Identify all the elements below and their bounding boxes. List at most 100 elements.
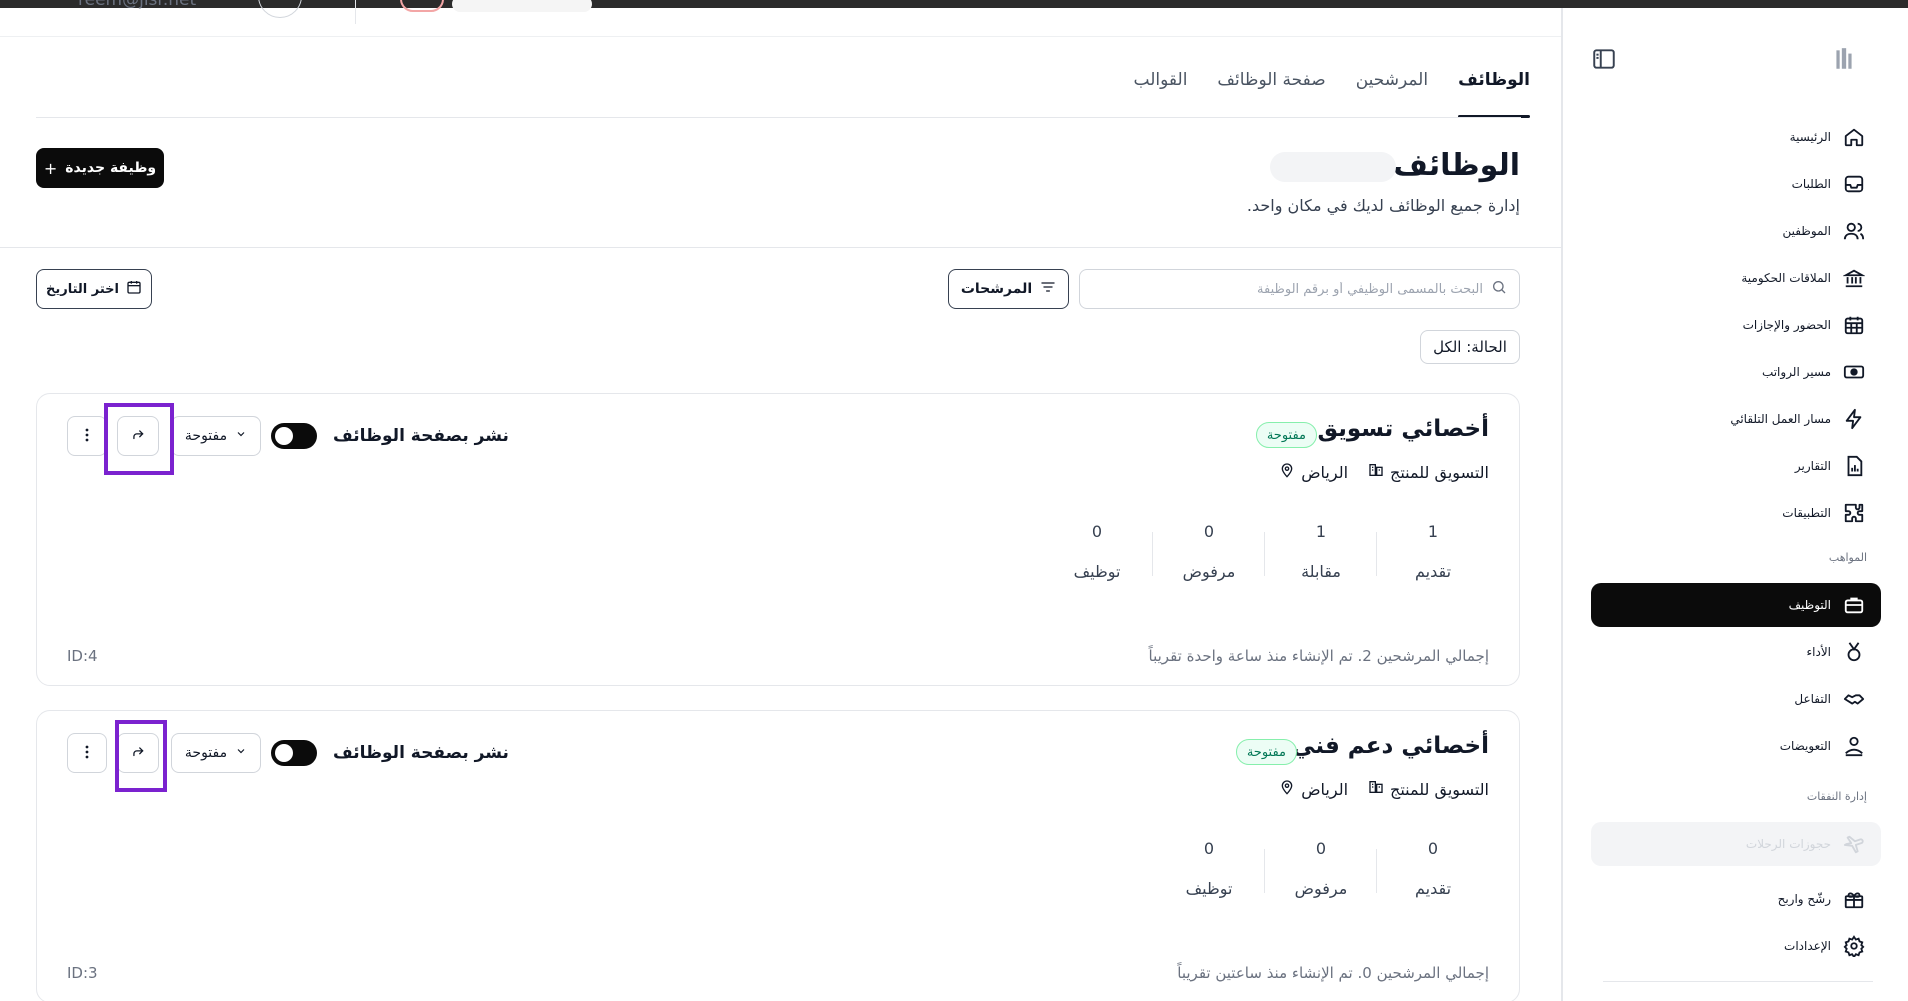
job-stats: 1 تقديم 1 مقابلة 0 مرفوض 0 توظيف — [1041, 522, 1489, 581]
job-department: التسويق للمنتج — [1368, 462, 1489, 482]
stat-value: 0 — [1427, 839, 1439, 858]
home-icon — [1841, 124, 1867, 150]
sidebar-item-label: رشّح واربح — [1777, 892, 1831, 906]
share-icon — [131, 744, 145, 763]
section-divider — [0, 247, 1561, 248]
publish-toggle[interactable] — [271, 740, 317, 766]
sidebar-item-government[interactable]: الملاقات الحكومية — [1591, 256, 1881, 300]
handshake-icon — [1841, 686, 1867, 712]
tab-careers-page[interactable]: صفحة الوظائف — [1217, 62, 1325, 118]
government-building-icon — [1841, 265, 1867, 291]
user-strip: reem@jisr.net — [60, 0, 760, 28]
stat-label: تقديم — [1414, 879, 1452, 898]
notification-pill[interactable] — [400, 0, 444, 12]
job-status-dropdown[interactable]: مفتوحة — [171, 733, 261, 773]
sidebar-item-referral[interactable]: رشّح واربح — [1591, 877, 1881, 921]
stat-rejected[interactable]: 0 مرفوض — [1153, 522, 1265, 581]
sidebar-item-label: الرئيسية — [1789, 130, 1831, 144]
sidebar-toggle-icon[interactable] — [1591, 46, 1617, 72]
stat-interview[interactable]: 1 مقابلة — [1265, 522, 1377, 581]
filters-label: المرشحات — [960, 281, 1033, 297]
cash-icon — [1841, 359, 1867, 385]
sidebar-item-label: الحضور والإجازات — [1742, 318, 1831, 332]
stat-value: 0 — [1203, 522, 1215, 541]
job-title[interactable]: أخصائي تسويق — [1317, 416, 1489, 442]
search-input[interactable] — [1092, 281, 1483, 297]
building-icon — [1368, 779, 1384, 799]
header-divider — [0, 36, 1561, 37]
publish-toggle[interactable] — [271, 423, 317, 449]
sidebar-item-attendance[interactable]: الحضور والإجازات — [1591, 303, 1881, 347]
search-box[interactable] — [1079, 269, 1520, 309]
stat-value: 1 — [1427, 522, 1439, 541]
sidebar-item-label: الملاقات الحكومية — [1741, 271, 1831, 285]
job-meta: الرياض التسويق للمنتج — [1279, 779, 1489, 799]
stat-label: مرفوض — [1182, 562, 1236, 581]
stat-applied[interactable]: 0 تقديم — [1377, 839, 1489, 898]
company-switcher[interactable] — [452, 0, 592, 12]
stat-label: توظيف — [1073, 562, 1121, 581]
tab-candidates[interactable]: المرشحين — [1356, 62, 1428, 118]
sidebar-item-requests[interactable]: الطلبات — [1591, 162, 1881, 206]
sidebar-item-label: حجوزات الرحلات — [1745, 837, 1831, 851]
share-button[interactable] — [115, 720, 167, 792]
kebab-icon — [85, 427, 89, 446]
job-card[interactable]: أخصائي دعم فني مفتوحة الرياض التسويق للم… — [36, 710, 1520, 1001]
toggle-knob — [275, 744, 293, 762]
filters-button[interactable]: المرشحات — [948, 269, 1069, 309]
stat-applied[interactable]: 1 تقديم — [1377, 522, 1489, 581]
publish-label: نشر بصفحة الوظائف — [333, 426, 509, 446]
sidebar-item-label: مسير الرواتب — [1761, 365, 1831, 379]
divider — [355, 0, 356, 24]
share-button[interactable] — [104, 403, 174, 475]
puzzle-icon — [1841, 500, 1867, 526]
stat-hired[interactable]: 0 توظيف — [1153, 839, 1265, 898]
stat-label: مقابلة — [1301, 562, 1341, 581]
medal-icon — [1841, 639, 1867, 665]
status-filter-chip[interactable]: الحالة: الكل — [1420, 330, 1520, 364]
user-email: reem@jisr.net — [78, 0, 197, 10]
sidebar-item-reports[interactable]: التقارير — [1591, 444, 1881, 488]
kebab-icon — [85, 744, 89, 763]
stat-hired[interactable]: 0 توظيف — [1041, 522, 1153, 581]
job-meta: الرياض التسويق للمنتج — [1279, 462, 1489, 482]
sidebar-item-label: الأداء — [1806, 645, 1832, 659]
more-options-button[interactable] — [67, 733, 107, 773]
job-location: الرياض — [1279, 779, 1348, 799]
sidebar-item-apps[interactable]: التطبيقات — [1591, 491, 1881, 535]
map-pin-icon — [1279, 779, 1295, 799]
job-card[interactable]: أخصائي تسويق مفتوحة الرياض التسويق للمنت… — [36, 393, 1520, 686]
sidebar: الرئيسية الطلبات الموظفين الملاقات الحكو… — [1562, 8, 1908, 1001]
tabs-divider — [36, 117, 1521, 118]
avatar[interactable] — [258, 0, 302, 18]
date-picker-button[interactable]: اختر التاريخ — [36, 269, 152, 309]
tab-templates[interactable]: القوالب — [1134, 62, 1188, 118]
sidebar-item-payroll[interactable]: مسير الرواتب — [1591, 350, 1881, 394]
sidebar-item-employees[interactable]: الموظفين — [1591, 209, 1881, 253]
sidebar-item-performance[interactable]: الأداء — [1591, 630, 1881, 674]
compensation-icon — [1841, 733, 1867, 759]
sidebar-item-home[interactable]: الرئيسية — [1591, 115, 1881, 159]
sidebar-item-compensation[interactable]: التعويضات — [1591, 724, 1881, 768]
location-text: الرياض — [1301, 462, 1349, 482]
tab-jobs[interactable]: الوظائف — [1458, 62, 1530, 118]
stat-value: 0 — [1315, 839, 1327, 858]
sidebar-item-workflow[interactable]: مسار العمل التلقائي — [1591, 397, 1881, 441]
building-icon — [1368, 462, 1384, 482]
new-job-button[interactable]: وظيفة جديدة + — [36, 148, 164, 188]
job-location: الرياض — [1279, 462, 1348, 482]
sidebar-item-label: التفاعل — [1794, 692, 1831, 706]
sidebar-item-label: التعويضات — [1779, 739, 1831, 753]
job-title[interactable]: أخصائي دعم فني — [1292, 733, 1489, 759]
sidebar-item-recruitment[interactable]: التوظيف — [1591, 583, 1881, 627]
status-dropdown-label: مفتوحة — [184, 745, 228, 761]
tabs-bar: الوظائف المرشحين صفحة الوظائف القوالب — [1100, 62, 1530, 118]
sidebar-item-settings[interactable]: الإعدادات — [1591, 924, 1881, 968]
location-text: الرياض — [1301, 779, 1349, 799]
plus-icon: + — [43, 158, 58, 178]
sidebar-item-engagement[interactable]: التفاعل — [1591, 677, 1881, 721]
inbox-icon — [1841, 171, 1867, 197]
more-options-button[interactable] — [67, 416, 107, 456]
job-status-dropdown[interactable]: مفتوحة — [171, 416, 261, 456]
stat-rejected[interactable]: 0 مرفوض — [1265, 839, 1377, 898]
